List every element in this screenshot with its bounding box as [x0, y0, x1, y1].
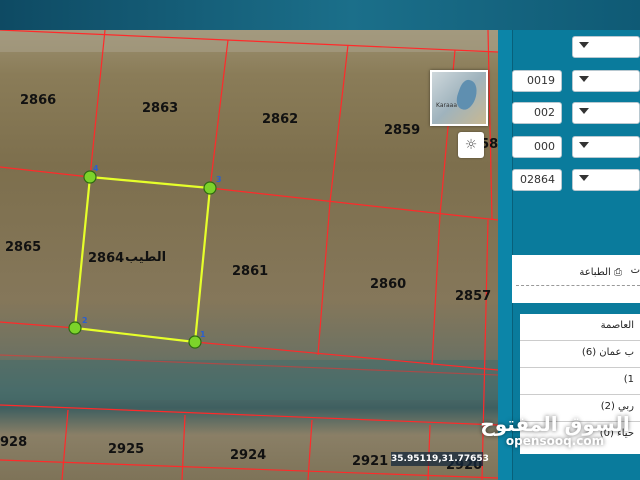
- parcel-number: 2857: [455, 289, 492, 304]
- parcel-number: 2924: [230, 448, 267, 463]
- chevron-down-icon: [579, 142, 589, 148]
- parcel-code-field[interactable]: 02864: [512, 169, 562, 191]
- vertex-label-3: 3: [216, 175, 222, 184]
- thumbnail-water: [453, 77, 481, 113]
- parcel-select[interactable]: [572, 169, 640, 191]
- vertex-marker-3: [203, 181, 217, 195]
- selected-parcel-name: الطيب: [125, 250, 167, 265]
- info-row: العاصمة: [600, 320, 634, 331]
- governorate-select[interactable]: [572, 36, 640, 58]
- thumbnail-label: Karaaa: [436, 102, 458, 109]
- parcel-boundaries: [0, 30, 498, 480]
- vertex-marker-2: [68, 321, 82, 335]
- parcel-number: 2866: [20, 93, 57, 108]
- parcel-number: 2862: [262, 112, 299, 127]
- parcel-number: 2925: [108, 442, 145, 457]
- vertex-label-1: 1: [200, 330, 206, 339]
- cadastral-map[interactable]: 2866 2863 2862 2859 2858 2865 2864 الطيب…: [0, 30, 498, 480]
- parcel-number: 928: [0, 435, 28, 450]
- print-button[interactable]: الطباعة ⎙: [579, 267, 622, 278]
- chevron-down-icon: [579, 42, 589, 48]
- coordinates-readout: 35.95119,31.77653: [391, 452, 489, 466]
- parcel-number: 2863: [142, 101, 179, 116]
- chevron-down-icon: [579, 175, 589, 181]
- divider: [516, 285, 640, 286]
- top-header-bar: [0, 0, 640, 30]
- chevron-down-icon: [579, 108, 589, 114]
- overview-map-thumbnail[interactable]: Karaaa: [430, 70, 488, 126]
- parcel-number: 2861: [232, 264, 269, 279]
- parcel-number: 2859: [384, 123, 421, 138]
- vertex-label-2: 2: [82, 316, 88, 325]
- sun-icon[interactable]: ☼: [458, 132, 484, 158]
- info-row: ب عمان (6): [581, 347, 634, 358]
- opensooq-watermark: السوق المفتوح opensooq.com: [470, 412, 640, 448]
- parcel-number: 2921: [352, 454, 389, 469]
- village-select[interactable]: [572, 102, 640, 124]
- vertex-label-4: 4: [93, 164, 99, 173]
- basin-select[interactable]: [572, 136, 640, 158]
- directorate-select[interactable]: [572, 70, 640, 92]
- parcel-number: 2860: [370, 277, 407, 292]
- watermark-arabic: السوق المفتوح: [480, 412, 630, 436]
- basin-code-field[interactable]: 000: [512, 136, 562, 158]
- directorate-code-field[interactable]: 0019: [512, 70, 562, 92]
- tab-stub[interactable]: ت: [631, 265, 640, 276]
- printer-icon: ⎙: [614, 267, 622, 278]
- info-row: (1: [623, 374, 634, 385]
- village-code-field[interactable]: 002: [512, 102, 562, 124]
- divider: [520, 367, 640, 368]
- results-toolbar: الطباعة ⎙ ت: [512, 255, 640, 303]
- parcel-lines-layer: [0, 30, 498, 480]
- parcel-number-selected: 2864: [88, 251, 125, 266]
- watermark-latin: opensooq.com: [505, 434, 605, 448]
- parcel-number: 2865: [5, 240, 42, 255]
- chevron-down-icon: [579, 76, 589, 82]
